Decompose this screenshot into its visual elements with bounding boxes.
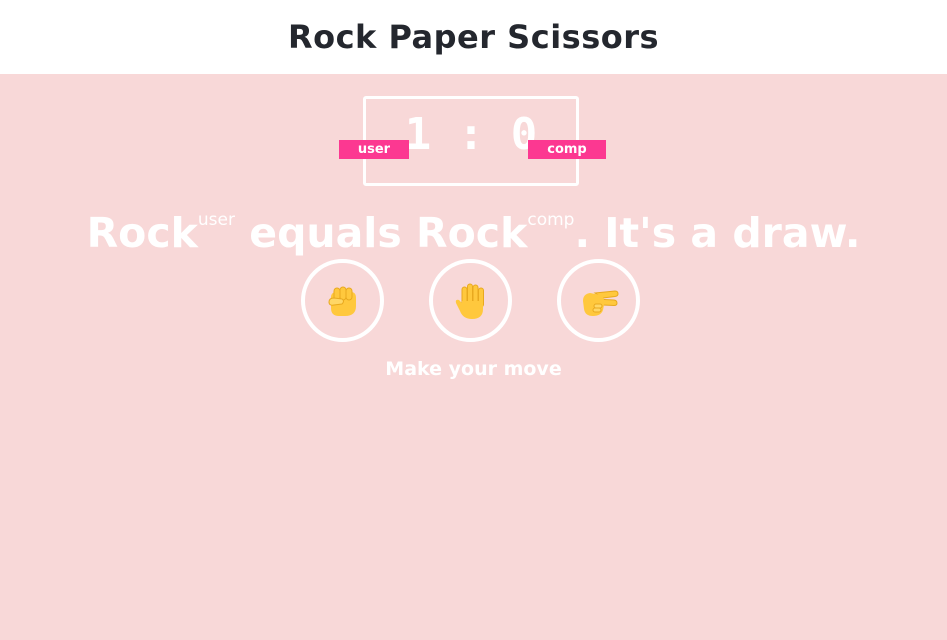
result-user-choice: Rock xyxy=(86,209,198,257)
result-comp-tag: comp xyxy=(527,210,575,230)
result-user-tag: user xyxy=(197,210,235,230)
score-separator: : xyxy=(457,109,485,160)
page-title: Rock Paper Scissors xyxy=(287,18,660,56)
result-message: Rockuser equals Rockcomp. It's a draw. xyxy=(0,205,947,261)
fist-icon xyxy=(327,286,356,316)
header-bar: Rock Paper Scissors xyxy=(0,0,947,74)
victory-hand-icon xyxy=(582,289,619,316)
user-badge: user xyxy=(339,140,409,159)
comp-badge: comp xyxy=(528,140,606,159)
rock-button[interactable] xyxy=(301,259,384,342)
result-verb: equals xyxy=(235,209,417,257)
paper-button[interactable] xyxy=(429,259,512,342)
scissors-button[interactable] xyxy=(557,259,640,342)
open-hand-icon xyxy=(455,283,484,319)
result-comp-choice: Rock xyxy=(416,209,528,257)
result-outcome: . It's a draw. xyxy=(574,209,861,257)
move-prompt: Make your move xyxy=(385,358,562,380)
